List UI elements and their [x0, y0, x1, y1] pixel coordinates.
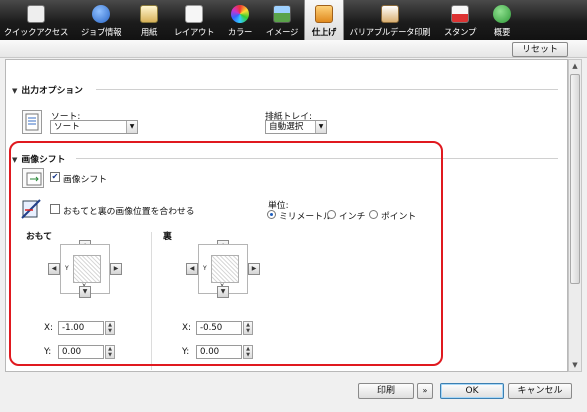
- tab-layout[interactable]: レイアウト: [168, 0, 220, 40]
- print-button[interactable]: 印刷: [358, 383, 414, 399]
- chevron-down-icon: ▼: [126, 121, 137, 133]
- scroll-up-icon[interactable]: ▲: [570, 61, 580, 71]
- sort-select[interactable]: ソート ▼: [50, 120, 138, 134]
- tab-color[interactable]: カラー: [220, 0, 260, 40]
- vertical-scrollbar[interactable]: ▲ ▼: [568, 59, 582, 372]
- summary-check-icon: [493, 5, 511, 23]
- image-icon: [273, 5, 291, 23]
- reset-button[interactable]: リセット: [512, 42, 568, 57]
- tab-quick-access[interactable]: クイックアクセス: [0, 0, 72, 40]
- tab-bar: クイックアクセス ジョブ情報 用紙 レイアウト カラー イメージ 仕上げ バリア…: [0, 0, 587, 40]
- tab-summary[interactable]: 概要: [484, 0, 520, 40]
- color-wheel-icon: [231, 5, 249, 23]
- tab-image[interactable]: イメージ: [260, 0, 304, 40]
- paper-stack-icon: [140, 5, 158, 23]
- quick-access-icon: [27, 5, 45, 23]
- collapse-arrow-icon: ▼: [12, 87, 18, 95]
- output-options-header[interactable]: ▼ 出力オプション: [12, 83, 83, 96]
- layout-icon: [185, 5, 203, 23]
- stamp-icon: [451, 5, 469, 23]
- variable-data-icon: [381, 5, 399, 23]
- finishing-icon: [315, 5, 333, 23]
- highlight-annotation: [9, 141, 443, 366]
- tab-stamp[interactable]: スタンプ: [436, 0, 484, 40]
- tab-variable-data-print[interactable]: バリアブルデータ印刷: [344, 0, 436, 40]
- chevron-down-icon: ▼: [315, 121, 326, 133]
- ok-button[interactable]: OK: [440, 383, 504, 399]
- print-options-chevron-icon[interactable]: »: [417, 383, 433, 399]
- divider: [96, 89, 558, 90]
- tab-job-info[interactable]: ジョブ情報: [72, 0, 130, 40]
- toolbar-strip: リセット: [0, 40, 587, 58]
- tab-finishing[interactable]: 仕上げ: [304, 0, 344, 40]
- sort-icon: [22, 110, 42, 134]
- info-icon: [92, 5, 110, 23]
- scroll-down-icon[interactable]: ▼: [570, 360, 580, 370]
- print-driver-window: クイックアクセス ジョブ情報 用紙 レイアウト カラー イメージ 仕上げ バリア…: [0, 0, 587, 412]
- tab-paper[interactable]: 用紙: [130, 0, 168, 40]
- cancel-button[interactable]: キャンセル: [508, 383, 572, 399]
- scroll-thumb[interactable]: [570, 74, 580, 284]
- dialog-footer: 印刷 » OK キャンセル: [0, 372, 587, 412]
- output-tray-select[interactable]: 自動選択 ▼: [265, 120, 327, 134]
